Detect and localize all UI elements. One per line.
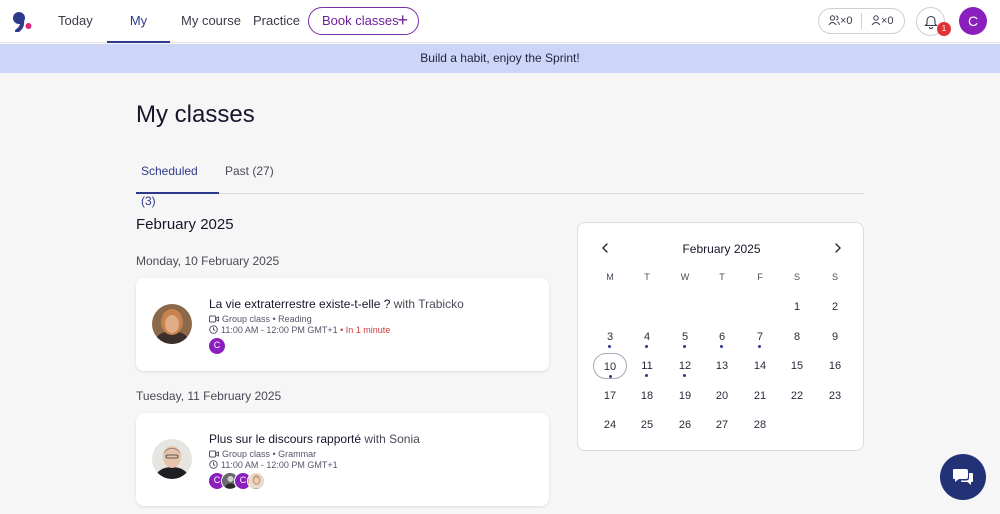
calendar-day-19[interactable]: 19 (668, 383, 702, 409)
calendar-day-5[interactable]: 5 (668, 324, 702, 350)
calendar-day-4[interactable]: 4 (630, 324, 664, 350)
calendar-day-27[interactable]: 27 (705, 412, 739, 438)
class-indicator-dot (683, 374, 686, 378)
weekday-label: S (793, 272, 800, 282)
calendar-day-21[interactable]: 21 (743, 383, 777, 409)
nav-practice[interactable]: Practice (253, 0, 300, 43)
class-title[interactable]: La vie extraterrestre existe-t-elle ? wi… (209, 297, 464, 311)
class-indicator-dot (645, 344, 648, 348)
private-credits: ×0 (871, 9, 894, 33)
user-avatar[interactable]: C (959, 7, 987, 35)
calendar-day-16[interactable]: 16 (818, 353, 852, 379)
class-card[interactable]: La vie extraterrestre existe-t-elle ? wi… (136, 278, 549, 371)
group-credits: ×0 (828, 9, 853, 33)
calendar-day-12[interactable]: 12 (668, 353, 702, 379)
page-title: My classes (136, 101, 255, 128)
calendar-day-26[interactable]: 26 (668, 412, 702, 438)
calendar-day-14[interactable]: 14 (743, 353, 777, 379)
weekday-label: F (757, 272, 763, 282)
calendar-day-9[interactable]: 9 (818, 324, 852, 350)
calendar-day-15[interactable]: 15 (780, 353, 814, 379)
class-type: Group class • Grammar (209, 449, 316, 459)
book-classes-button[interactable]: Book classes + (308, 7, 419, 35)
user-icon (871, 15, 881, 26)
attendee-photo (247, 472, 265, 490)
class-indicator-dot (720, 344, 723, 348)
calendar-day-18[interactable]: 18 (630, 383, 664, 409)
logo-icon[interactable] (11, 10, 33, 32)
class-time: 11:00 AM - 12:00 PM GMT+1 (209, 460, 338, 470)
calendar-day-13[interactable]: 13 (705, 353, 739, 379)
clock-icon (209, 460, 218, 469)
nav-my-course[interactable]: My course (181, 0, 241, 43)
video-icon (209, 315, 219, 323)
calendar-day-1[interactable]: 1 (780, 294, 814, 320)
weekday-label: T (644, 272, 650, 282)
class-indicator-dot (683, 344, 686, 348)
calendar-day-28[interactable]: 28 (743, 412, 777, 438)
counter-divider (861, 13, 862, 29)
book-classes-label: Book classes (322, 13, 399, 28)
class-card[interactable]: Plus sur le discours rapporté with Sonia… (136, 413, 549, 506)
class-indicator-dot (645, 374, 648, 378)
weekday-label: T (719, 272, 725, 282)
day-heading: Tuesday, 11 February 2025 (136, 389, 282, 403)
clock-icon (209, 325, 218, 334)
credits-counter[interactable]: ×0 ×0 (818, 8, 905, 34)
calendar-day-25[interactable]: 25 (630, 412, 664, 438)
calendar-day-17[interactable]: 17 (593, 383, 627, 409)
chevron-right-icon[interactable] (831, 241, 845, 255)
class-time: 11:00 AM - 12:00 PM GMT+1 • In 1 minute (209, 325, 390, 335)
calendar-day-7[interactable]: 7 (743, 324, 777, 350)
class-indicator-dot (758, 344, 761, 348)
notification-badge: 1 (937, 22, 951, 36)
class-type: Group class • Reading (209, 314, 312, 324)
class-title[interactable]: Plus sur le discours rapporté with Sonia (209, 432, 420, 446)
weekday-label: W (680, 272, 690, 282)
weekday-label: M (606, 272, 614, 282)
tab-past[interactable]: Past (27) (220, 156, 279, 193)
weekday-label: S (831, 272, 838, 282)
calendar-day-22[interactable]: 22 (780, 383, 814, 409)
starting-soon-label: • In 1 minute (337, 325, 391, 335)
top-navigation: Today My classes My course Practice Book… (0, 0, 1000, 70)
calendar-day-8[interactable]: 8 (780, 324, 814, 350)
calendar-day-10[interactable]: 10 (593, 353, 627, 380)
chat-icon (953, 469, 973, 485)
calendar-day-3[interactable]: 3 (593, 324, 627, 350)
video-icon (209, 450, 219, 458)
calendar-day-24[interactable]: 24 (593, 412, 627, 438)
calendar-month: February 2025 (682, 242, 761, 256)
calendar-day-11[interactable]: 11 (630, 353, 664, 379)
attendee-avatar: C (208, 337, 226, 355)
tab-scheduled[interactable]: Scheduled (3) (136, 156, 219, 208)
chat-button[interactable] (940, 454, 986, 500)
bell-icon (924, 15, 938, 29)
plus-icon: + (397, 10, 408, 30)
class-indicator-dot (608, 344, 611, 348)
promo-banner: Build a habit, enjoy the Sprint! (0, 44, 1000, 73)
calendar-day-6[interactable]: 6 (705, 324, 739, 350)
class-tabs: Scheduled (3) Past (27) (136, 156, 864, 208)
class-indicator-dot (609, 375, 612, 379)
nav-today[interactable]: Today (58, 0, 93, 43)
day-heading: Monday, 10 February 2025 (136, 254, 280, 268)
teacher-photo (152, 439, 192, 479)
teacher-photo (152, 304, 192, 344)
calendar: February 2025 M T W T F S S 1 2 3 4 5 6 7 8 9 10 11 12 13 14… (577, 222, 864, 451)
group-users-icon (828, 15, 840, 26)
calendar-day-23[interactable]: 23 (818, 383, 852, 409)
calendar-day-2[interactable]: 2 (818, 294, 852, 320)
nav-my-classes[interactable]: My classes (107, 0, 170, 70)
calendar-day-20[interactable]: 20 (705, 383, 739, 409)
month-title: February 2025 (136, 216, 234, 233)
